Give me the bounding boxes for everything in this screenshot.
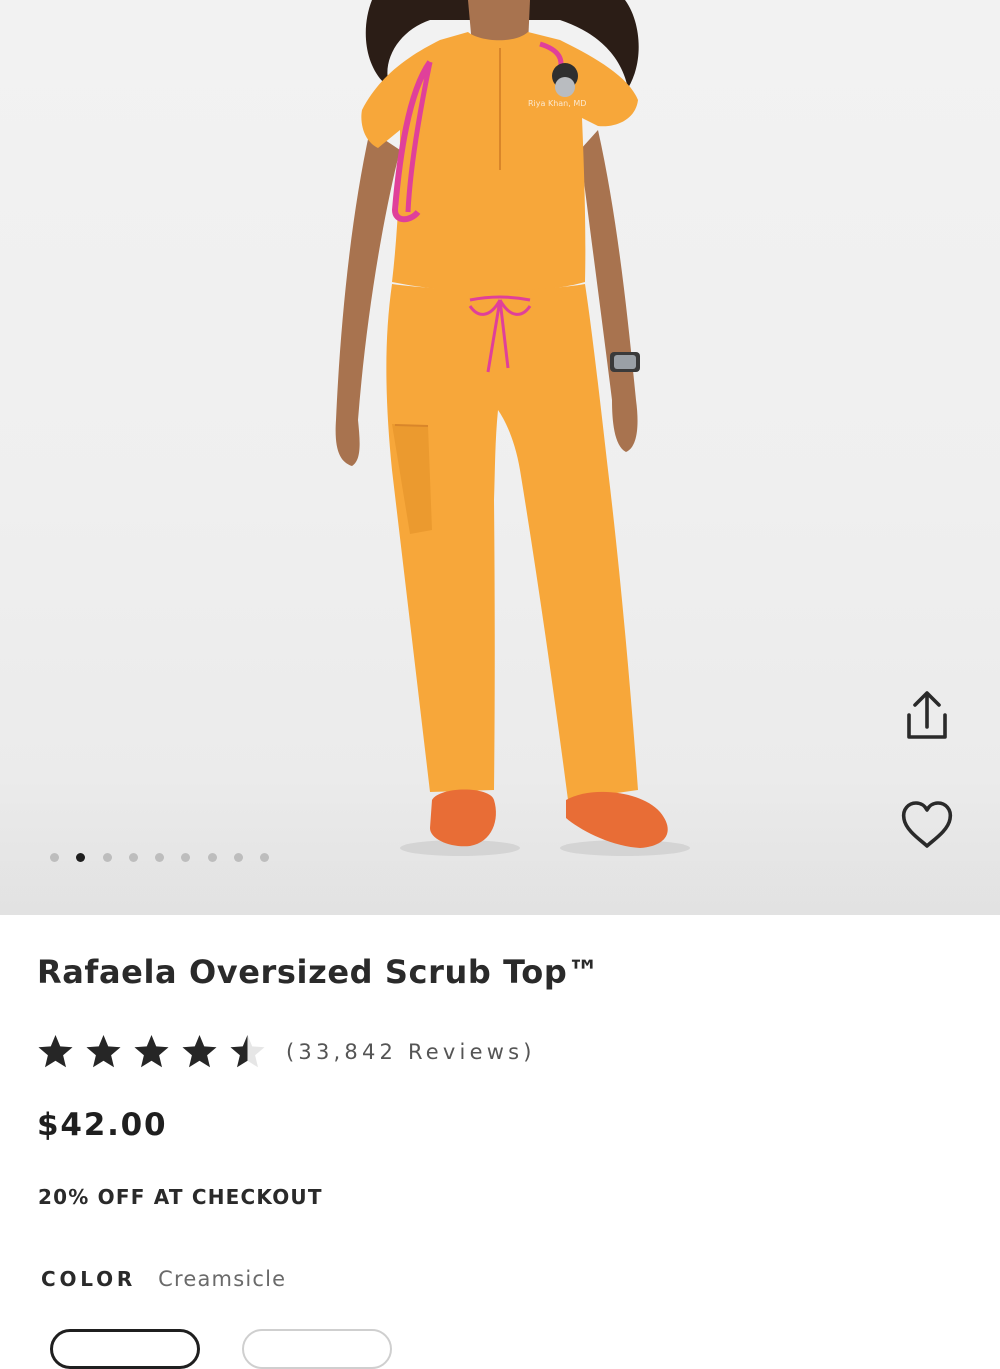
color-label: COLOR (41, 1267, 137, 1291)
promo-text: 20% OFF AT CHECKOUT (38, 1185, 323, 1209)
share-button[interactable] (897, 685, 957, 745)
product-image-gallery[interactable]: Riya Khan, MD (0, 0, 1000, 915)
gallery-dot[interactable] (50, 852, 59, 862)
star-icon (182, 1035, 217, 1068)
share-icon (907, 691, 947, 739)
heart-icon (901, 801, 953, 848)
product-rating[interactable]: (33,842 Reviews) (37, 1033, 536, 1070)
gallery-dot[interactable] (260, 852, 270, 862)
star-icon (86, 1035, 121, 1068)
reviews-link[interactable]: (33,842 Reviews) (286, 1040, 536, 1064)
product-photo: Riya Khan, MD (335, 0, 690, 856)
star-icon (230, 1035, 265, 1068)
gallery-dot[interactable] (155, 852, 165, 862)
gallery-dot[interactable] (234, 852, 244, 862)
color-selector-label: COLOR Creamsicle (41, 1267, 286, 1291)
star-icon (38, 1035, 73, 1068)
product-info: Rafaela Oversized Scrub Top™ (33,842 Rev… (0, 915, 1000, 1369)
selected-color-name: Creamsicle (158, 1267, 287, 1291)
rating-stars (37, 1033, 266, 1070)
gallery-dot[interactable] (181, 852, 191, 862)
product-price: $42.00 (37, 1107, 168, 1143)
gallery-dot[interactable] (128, 852, 138, 862)
product-title: Rafaela Oversized Scrub Top™ (37, 953, 600, 991)
star-icon (134, 1035, 169, 1068)
gallery-pagination (50, 850, 270, 864)
svg-text:Riya Khan, MD: Riya Khan, MD (528, 99, 586, 108)
color-swatch-selected[interactable] (50, 1329, 200, 1369)
gallery-dot[interactable] (207, 852, 217, 862)
favorite-button[interactable] (897, 795, 957, 855)
gallery-dot[interactable] (76, 852, 86, 862)
color-swatch[interactable] (242, 1329, 392, 1369)
gallery-dot[interactable] (102, 852, 112, 862)
